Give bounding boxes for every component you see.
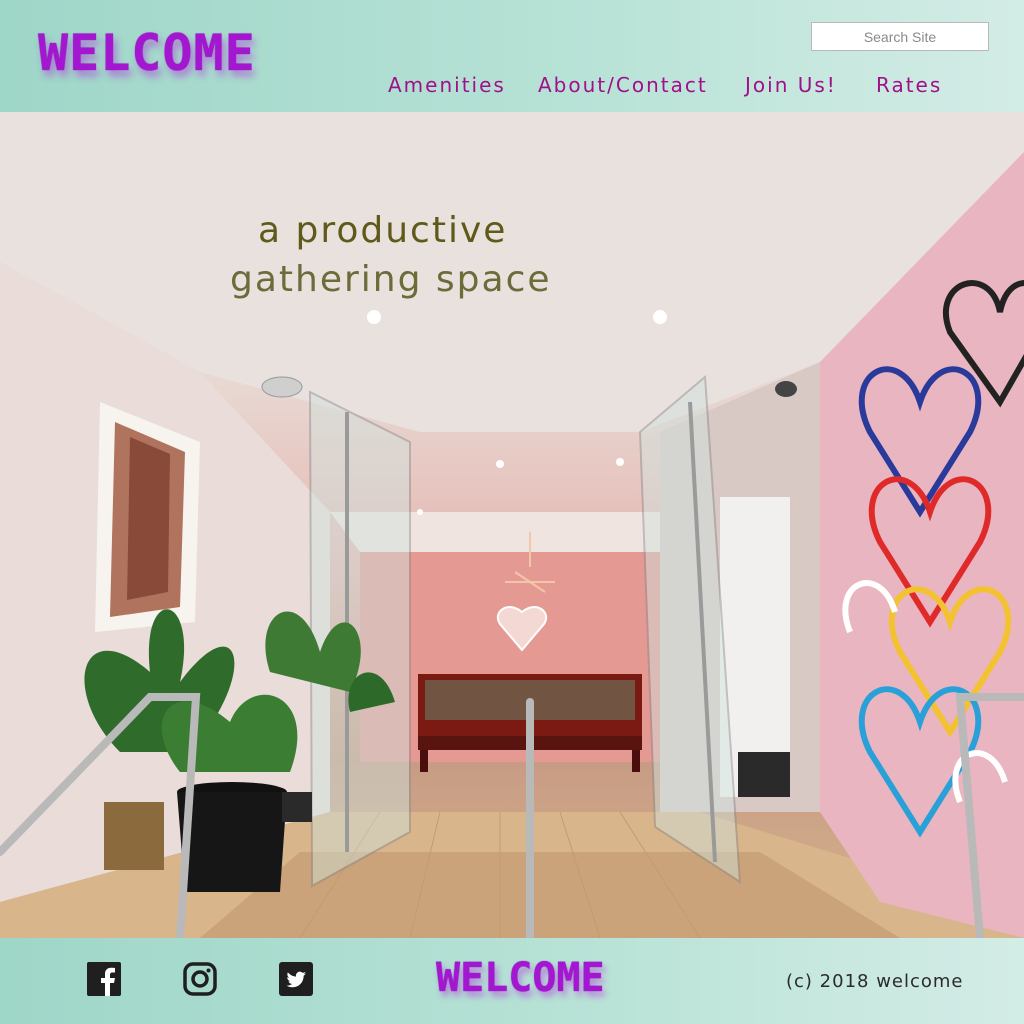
hero-image: a productive gathering space [0, 112, 1024, 938]
nav-amenities[interactable]: Amenities [388, 73, 506, 97]
copyright-text: (c) 2018 welcome [786, 971, 964, 992]
nav-about-contact[interactable]: About/Contact [538, 73, 708, 97]
search-input[interactable] [811, 22, 989, 51]
hero-tagline-line1: a productive [258, 210, 508, 251]
site-header: WELCOME Amenities About/Contact Join Us!… [0, 0, 1024, 112]
nav-join-us[interactable]: Join Us! [745, 73, 837, 97]
instagram-icon[interactable] [183, 962, 217, 996]
hero-tagline-line2: gathering space [230, 259, 552, 300]
nav-rates[interactable]: Rates [876, 73, 942, 97]
main-nav: Amenities About/Contact Join Us! Rates [0, 73, 1024, 99]
lobby-illustration [0, 112, 1024, 938]
footer-logo[interactable]: WELCOME [436, 958, 605, 998]
twitter-icon[interactable] [279, 962, 313, 996]
site-logo[interactable]: WELCOME [38, 28, 256, 78]
facebook-icon[interactable] [87, 962, 121, 996]
